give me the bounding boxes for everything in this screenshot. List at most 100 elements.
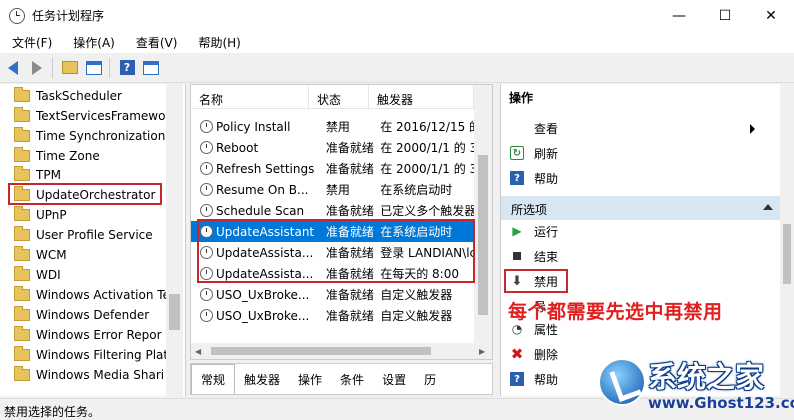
task-clock-icon — [200, 309, 213, 322]
console-tree-icon — [86, 60, 102, 75]
back-button[interactable] — [2, 57, 24, 79]
tab-history[interactable]: 历 — [415, 371, 445, 394]
tree-item[interactable]: TaskScheduler — [14, 86, 122, 106]
submenu-arrow-icon — [750, 124, 755, 134]
folder-icon — [14, 147, 30, 162]
action-end[interactable]: 结束 — [501, 245, 558, 267]
folder-icon — [14, 206, 30, 221]
scroll-thumb[interactable] — [783, 224, 791, 284]
highlight-box — [8, 183, 162, 205]
table-row[interactable]: USO_UxBroke... 准备就绪 自定义触发器 — [191, 305, 474, 326]
scroll-thumb[interactable] — [211, 347, 431, 355]
show-hide-tree-button[interactable] — [83, 57, 105, 79]
up-folder-button[interactable] — [59, 57, 81, 79]
toolbar-divider — [109, 57, 110, 78]
tree-item[interactable]: Windows Activation Te — [14, 285, 170, 305]
folder-icon — [14, 127, 30, 142]
tab-settings[interactable]: 设置 — [373, 371, 415, 394]
instruction-annotation: 每个都需要先选中再禁用 — [508, 301, 723, 323]
scroll-thumb[interactable] — [169, 294, 180, 330]
tree-scrollbar[interactable] — [166, 84, 183, 396]
table-row[interactable]: Refresh Settings 准备就绪在 2000/1/1 的 3: — [191, 158, 474, 179]
minimize-button[interactable]: — — [656, 0, 702, 31]
action-pane-scrollbar[interactable] — [780, 84, 794, 396]
task-clock-icon — [200, 162, 213, 175]
folder-tree: TaskScheduler TextServicesFramewor Time … — [0, 84, 186, 396]
folder-icon — [14, 306, 30, 321]
tree-item[interactable]: Windows Error Repor — [14, 325, 162, 345]
detail-tabs: 常规 触发器 操作 条件 设置 历 — [190, 363, 493, 395]
action-run[interactable]: ▶ 运行 — [501, 220, 558, 242]
forward-button[interactable] — [26, 57, 48, 79]
action-help-selected[interactable]: ? 帮助 — [501, 368, 558, 390]
folder-icon — [14, 326, 30, 341]
scroll-right-icon[interactable]: ▶ — [479, 347, 485, 356]
task-clock-icon — [200, 120, 213, 133]
logo-url: www.Ghost123.com — [648, 394, 794, 412]
tab-conditions[interactable]: 条件 — [331, 371, 373, 394]
selected-item-section[interactable]: 所选项 — [501, 196, 781, 220]
folder-icon — [14, 87, 30, 102]
folder-icon — [14, 346, 30, 361]
scroll-left-icon[interactable]: ◀ — [195, 347, 201, 356]
tree-item[interactable]: TPM — [14, 165, 61, 185]
refresh-icon: ↻ — [510, 146, 524, 160]
menu-help[interactable]: 帮助(H) — [186, 34, 249, 51]
action-refresh[interactable]: ↻ 刷新 — [501, 142, 558, 164]
action-help[interactable]: ? 帮助 — [501, 167, 558, 189]
menu-bar: 文件(F) 操作(A) 查看(V) 帮助(H) — [0, 31, 794, 53]
properties-icon: ◔ — [511, 322, 523, 336]
table-row[interactable]: Schedule Scan 准备就绪 已定义多个触发器 — [191, 200, 474, 221]
forward-arrow-icon — [32, 60, 42, 75]
tree-item[interactable]: Windows Filtering Plat — [14, 345, 168, 365]
tab-actions[interactable]: 操作 — [289, 371, 331, 394]
collapse-icon[interactable] — [763, 204, 773, 210]
list-vertical-scrollbar[interactable] — [474, 85, 492, 343]
tree-item[interactable]: Time Synchronization — [14, 126, 165, 146]
menu-file[interactable]: 文件(F) — [0, 34, 61, 51]
action-pane-button[interactable] — [140, 57, 162, 79]
table-row[interactable]: USO_UxBroke... 准备就绪 自定义触发器 — [191, 284, 474, 305]
delete-icon: ✖ — [510, 345, 524, 363]
view-icon — [510, 121, 524, 135]
tree-item[interactable]: Windows Defender — [14, 305, 149, 325]
table-row[interactable]: Resume On B... 禁用 在系统启动时 — [191, 179, 474, 200]
action-view[interactable]: 查看 — [501, 117, 781, 139]
tree-item[interactable]: TextServicesFramewor — [14, 106, 170, 126]
table-row[interactable]: Policy Install 禁用在 2016/12/15 的 — [191, 116, 474, 137]
tree-item[interactable]: UPnP — [14, 205, 67, 225]
list-horizontal-scrollbar[interactable]: ◀ ▶ — [191, 343, 492, 359]
tab-triggers[interactable]: 触发器 — [235, 371, 289, 394]
column-status-header[interactable]: 状态 — [309, 85, 369, 108]
action-pane: 操作 查看 ↻ 刷新 ? 帮助 所选项 ▶ 运行 结束 ⬇ 禁用 导 ◔ 属性 … — [500, 84, 794, 396]
tree-item[interactable]: User Profile Service — [14, 225, 153, 245]
tree-item[interactable]: WDI — [14, 265, 61, 285]
menu-view[interactable]: 查看(V) — [124, 34, 187, 51]
title-bar: 任务计划程序 — ☐ ✕ — [0, 0, 794, 31]
column-trigger-header[interactable]: 触发器 — [369, 85, 474, 108]
task-scheduler-icon — [9, 7, 25, 24]
scroll-thumb[interactable] — [478, 155, 488, 315]
folder-icon — [14, 226, 30, 241]
window-title: 任务计划程序 — [32, 9, 105, 23]
task-clock-icon — [200, 141, 213, 154]
menu-action[interactable]: 操作(A) — [61, 34, 124, 51]
close-button[interactable]: ✕ — [748, 0, 794, 31]
column-name-header[interactable]: 名称 — [191, 85, 309, 108]
tree-item[interactable]: Time Zone — [14, 146, 100, 166]
folder-icon — [14, 366, 30, 381]
tree-item[interactable]: Windows Media Shari — [14, 365, 164, 385]
help-icon: ? — [510, 372, 524, 386]
back-arrow-icon — [8, 60, 18, 75]
tab-general[interactable]: 常规 — [191, 364, 236, 394]
help-button[interactable]: ? — [116, 57, 138, 79]
table-row[interactable]: Reboot 准备就绪在 2000/1/1 的 3: — [191, 137, 474, 158]
logo-text: 系统之家 — [648, 360, 765, 394]
folder-icon — [14, 286, 30, 301]
folder-icon — [14, 166, 30, 181]
folder-icon — [14, 246, 30, 261]
folder-icon — [14, 107, 30, 122]
action-delete[interactable]: ✖ 删除 — [501, 343, 558, 365]
maximize-button[interactable]: ☐ — [702, 0, 748, 31]
tree-item[interactable]: WCM — [14, 245, 67, 265]
